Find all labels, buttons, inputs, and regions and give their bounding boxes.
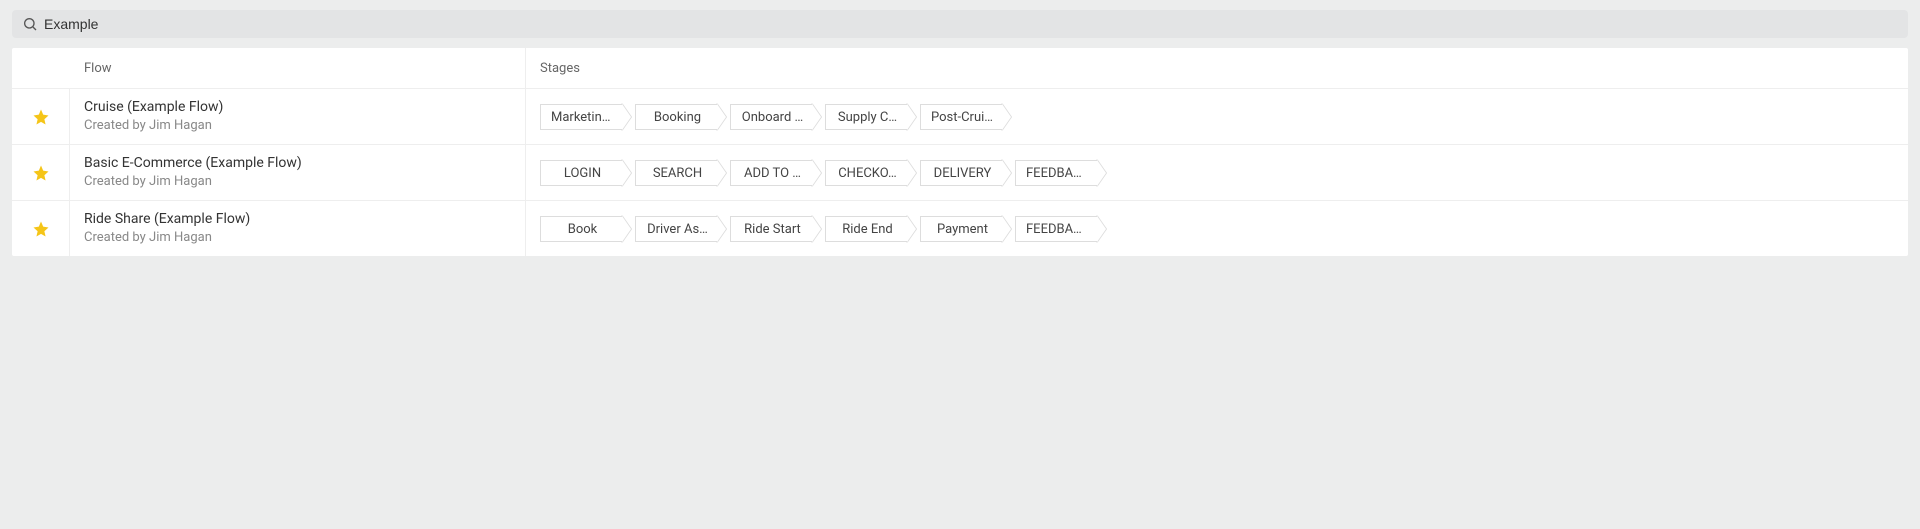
flows-panel: Flow Stages Cruise (Example Flow) Created…	[12, 48, 1908, 256]
stage-chip[interactable]: Supply C…	[825, 104, 916, 130]
stage-chip-label: Marketing …	[540, 104, 622, 130]
stage-chip[interactable]: Ride End	[825, 216, 916, 242]
stage-chip[interactable]: Book	[540, 216, 631, 242]
stage-chip-label: Booking	[635, 104, 717, 130]
table-row[interactable]: Basic E-Commerce (Example Flow) Created b…	[12, 144, 1908, 200]
chevron-right-icon	[717, 104, 726, 130]
column-flow-label: Flow	[84, 61, 525, 76]
stage-chip[interactable]: FEEDBACK	[1015, 216, 1106, 242]
chevron-right-icon	[717, 160, 726, 186]
stage-chip-label: Onboard …	[730, 104, 812, 130]
stages-cell: Marketing … Booking Onboard … Supply C… Post…	[526, 89, 1908, 144]
stages-row: Marketing … Booking Onboard … Supply C… Post…	[540, 104, 1011, 130]
search-input[interactable]	[44, 16, 1898, 32]
stage-chip-label: Book	[540, 216, 622, 242]
chevron-right-icon	[812, 104, 821, 130]
stage-chip[interactable]: Booking	[635, 104, 726, 130]
stages-row: Book Driver As… Ride Start Ride End Payment F…	[540, 216, 1106, 242]
chevron-right-icon	[622, 216, 631, 242]
search-bar[interactable]	[12, 10, 1908, 38]
stage-chip[interactable]: FEEDBACK	[1015, 160, 1106, 186]
stage-chip[interactable]: Marketing …	[540, 104, 631, 130]
stage-chip-label: LOGIN	[540, 160, 622, 186]
column-flow-header: Flow	[70, 48, 526, 88]
stages-row: LOGIN SEARCH ADD TO … CHECKO… DELIVERY FEEDBA…	[540, 160, 1106, 186]
stage-chip[interactable]: SEARCH	[635, 160, 726, 186]
star-icon	[32, 220, 50, 238]
chevron-right-icon	[907, 104, 916, 130]
chevron-right-icon	[717, 216, 726, 242]
flow-cell[interactable]: Basic E-Commerce (Example Flow) Created b…	[70, 145, 526, 200]
stage-chip-label: FEEDBACK	[1015, 216, 1097, 242]
stage-chip-label: CHECKO…	[825, 160, 907, 186]
table-row[interactable]: Cruise (Example Flow) Created by Jim Haga…	[12, 88, 1908, 144]
stage-chip[interactable]: Post-Cruise	[920, 104, 1011, 130]
star-cell[interactable]	[12, 89, 70, 144]
stage-chip-label: Driver As…	[635, 216, 717, 242]
table-header: Flow Stages	[12, 48, 1908, 88]
stage-chip[interactable]: Onboard …	[730, 104, 821, 130]
stage-chip[interactable]: Driver As…	[635, 216, 726, 242]
chevron-right-icon	[1097, 160, 1106, 186]
star-icon	[32, 164, 50, 182]
flow-meta: Created by Jim Hagan	[84, 118, 525, 135]
chevron-right-icon	[812, 160, 821, 186]
chevron-right-icon	[907, 160, 916, 186]
star-cell[interactable]	[12, 145, 70, 200]
chevron-right-icon	[622, 104, 631, 130]
chevron-right-icon	[907, 216, 916, 242]
flow-cell[interactable]: Ride Share (Example Flow) Created by Jim …	[70, 201, 526, 256]
chevron-right-icon	[1002, 216, 1011, 242]
chevron-right-icon	[812, 216, 821, 242]
chevron-right-icon	[1097, 216, 1106, 242]
stage-chip[interactable]: Ride Start	[730, 216, 821, 242]
stage-chip-label: Ride Start	[730, 216, 812, 242]
stage-chip-label: FEEDBACK	[1015, 160, 1097, 186]
flow-title: Basic E-Commerce (Example Flow)	[84, 154, 525, 172]
stage-chip[interactable]: DELIVERY	[920, 160, 1011, 186]
stages-cell: LOGIN SEARCH ADD TO … CHECKO… DELIVERY FEEDBA…	[526, 145, 1908, 200]
stage-chip[interactable]: Payment	[920, 216, 1011, 242]
stage-chip-label: Ride End	[825, 216, 907, 242]
flow-meta: Created by Jim Hagan	[84, 230, 525, 247]
search-icon	[22, 16, 38, 32]
chevron-right-icon	[1002, 104, 1011, 130]
stage-chip-label: Post-Cruise	[920, 104, 1002, 130]
stage-chip-label: ADD TO …	[730, 160, 812, 186]
table-row[interactable]: Ride Share (Example Flow) Created by Jim …	[12, 200, 1908, 256]
column-stages-label: Stages	[540, 61, 580, 76]
stage-chip-label: DELIVERY	[920, 160, 1002, 186]
stage-chip[interactable]: LOGIN	[540, 160, 631, 186]
chevron-right-icon	[1002, 160, 1011, 186]
flow-cell[interactable]: Cruise (Example Flow) Created by Jim Haga…	[70, 89, 526, 144]
stage-chip-label: Supply C…	[825, 104, 907, 130]
star-cell[interactable]	[12, 201, 70, 256]
column-stages-header: Stages	[526, 48, 1908, 88]
stage-chip[interactable]: CHECKO…	[825, 160, 916, 186]
flow-title: Ride Share (Example Flow)	[84, 210, 525, 228]
chevron-right-icon	[622, 160, 631, 186]
stage-chip[interactable]: ADD TO …	[730, 160, 821, 186]
flow-title: Cruise (Example Flow)	[84, 98, 525, 116]
stages-cell: Book Driver As… Ride Start Ride End Payment F…	[526, 201, 1908, 256]
stage-chip-label: Payment	[920, 216, 1002, 242]
flow-meta: Created by Jim Hagan	[84, 174, 525, 191]
star-icon	[32, 108, 50, 126]
stage-chip-label: SEARCH	[635, 160, 717, 186]
